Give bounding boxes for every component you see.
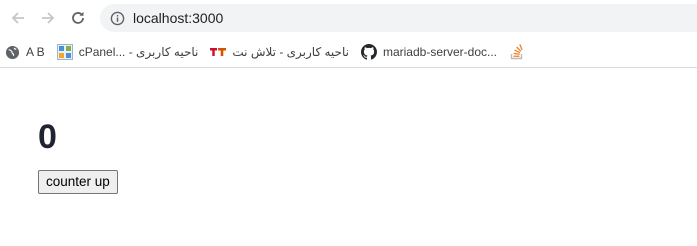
bookmark-label: ناحیه کاربری - تلاش نت <box>232 45 349 59</box>
counter-up-button[interactable]: counter up <box>38 170 118 194</box>
tt-icon <box>210 44 227 60</box>
page-content: 0 counter up <box>0 120 697 194</box>
address-bar[interactable]: localhost:3000 <box>100 4 697 32</box>
counter-value: 0 <box>38 118 57 156</box>
bookmark-ab[interactable]: A B <box>4 40 51 64</box>
bookmark-label: A B <box>26 45 45 59</box>
browser-chrome: localhost:3000 A B cPanel... - ناحیه کار… <box>0 0 697 68</box>
bookmark-stackoverflow[interactable] <box>509 40 537 64</box>
bookmark-mariadb[interactable]: mariadb-server-doc... <box>360 40 503 64</box>
bookmark-talashnet[interactable]: ناحیه کاربری - تلاش نت <box>210 40 355 64</box>
bookmark-label: mariadb-server-doc... <box>382 45 498 59</box>
bookmarks-bar: A B cPanel... - ناحیه کاربری ناحیه کاربر… <box>0 36 697 68</box>
forward-button[interactable] <box>34 4 62 32</box>
github-icon <box>360 44 377 60</box>
stackoverflow-icon <box>509 44 525 60</box>
site-info-icon[interactable] <box>110 11 125 26</box>
cpanel-icon <box>56 44 73 60</box>
back-arrow-icon <box>11 12 24 24</box>
globe-icon <box>4 44 20 60</box>
back-button[interactable] <box>4 4 32 32</box>
url-text: localhost:3000 <box>133 10 224 26</box>
forward-arrow-icon <box>42 12 55 24</box>
bookmark-label: cPanel... - ناحیه کاربری <box>78 45 199 59</box>
bookmark-cpanel[interactable]: cPanel... - ناحیه کاربری <box>56 40 205 64</box>
reload-button[interactable] <box>64 4 92 32</box>
browser-toolbar: localhost:3000 <box>0 0 697 36</box>
reload-icon <box>72 11 84 24</box>
